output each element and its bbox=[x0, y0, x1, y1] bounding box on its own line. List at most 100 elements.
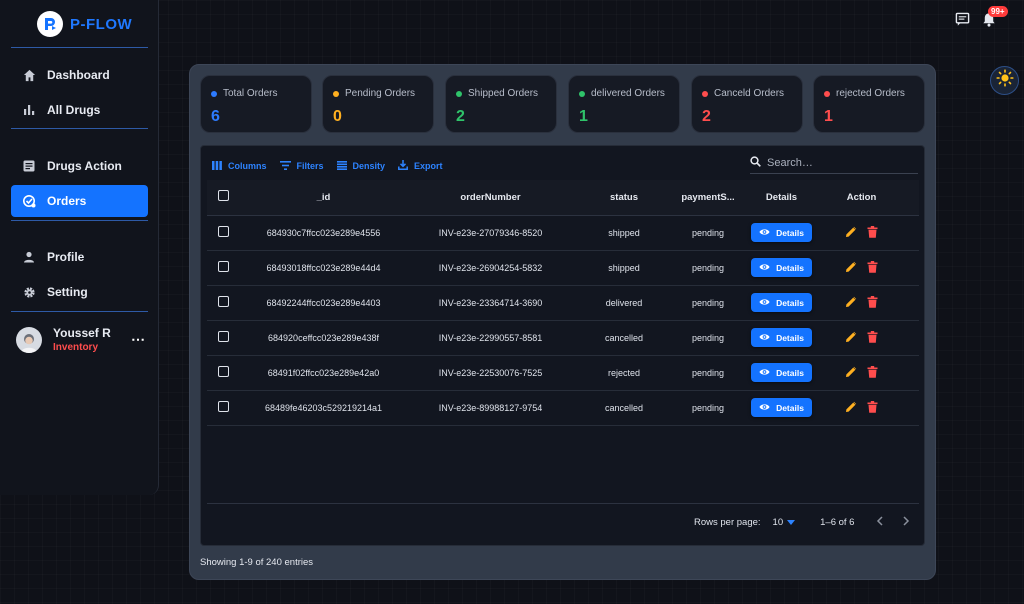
sidebar: P-FLOW Dashboard All Drugs Drugs Action … bbox=[0, 0, 159, 495]
sidebar-item-label: Profile bbox=[47, 250, 85, 264]
orders-data-grid: Columns Filters Density Export Search… _… bbox=[200, 145, 925, 546]
more-icon[interactable]: ⋯ bbox=[131, 331, 146, 348]
cell-status: cancelled bbox=[574, 320, 674, 356]
cell-id: 684920ceffcc023e289e438f bbox=[240, 320, 407, 356]
column-header-action[interactable]: Action bbox=[821, 180, 902, 216]
edit-icon[interactable] bbox=[845, 331, 857, 345]
column-header-details[interactable]: Details bbox=[742, 180, 821, 216]
delete-icon[interactable] bbox=[867, 225, 878, 240]
export-button[interactable]: Export bbox=[398, 160, 443, 172]
density-label: Density bbox=[352, 161, 386, 171]
divider bbox=[11, 128, 148, 129]
table-row[interactable]: 68492244ffcc023e289e4403 INV-e23e-233647… bbox=[207, 285, 919, 321]
cell-order-number: INV-e23e-26904254-5832 bbox=[407, 250, 574, 286]
filters-button[interactable]: Filters bbox=[279, 160, 324, 172]
next-page-icon[interactable] bbox=[903, 516, 910, 529]
notification-badge: 99+ bbox=[988, 6, 1008, 17]
cell-order-number: INV-e23e-23364714-3690 bbox=[407, 285, 574, 321]
stat-value: 1 bbox=[824, 108, 833, 125]
sidebar-item-profile[interactable]: Profile bbox=[11, 241, 148, 273]
details-button[interactable]: Details bbox=[751, 398, 812, 417]
user-name: Youssef R bbox=[53, 326, 111, 340]
table-row[interactable]: 68491f02ffcc023e289e42a0 INV-e23e-225300… bbox=[207, 355, 919, 391]
filters-label: Filters bbox=[296, 161, 324, 171]
delete-icon[interactable] bbox=[867, 400, 878, 415]
sidebar-item-orders[interactable]: Orders bbox=[11, 185, 148, 217]
column-header-status[interactable]: status bbox=[574, 180, 674, 216]
table-row[interactable]: 684920ceffcc023e289e438f INV-e23e-229905… bbox=[207, 320, 919, 356]
edit-icon[interactable] bbox=[845, 296, 857, 310]
edit-icon[interactable] bbox=[845, 226, 857, 240]
row-checkbox[interactable] bbox=[218, 261, 229, 272]
table-row[interactable]: 684930c7ffcc023e289e4556 INV-e23e-270793… bbox=[207, 215, 919, 251]
cell-status: rejected bbox=[574, 355, 674, 391]
orders-panel: Total Orders 6 Pending Orders 0 Shipped … bbox=[189, 64, 936, 580]
details-label: Details bbox=[776, 262, 804, 273]
stat-label: rejected Orders bbox=[836, 88, 905, 99]
user-profile[interactable]: Youssef R Inventory ⋯ bbox=[16, 326, 146, 353]
stat-value: 1 bbox=[579, 108, 588, 125]
delete-icon[interactable] bbox=[867, 295, 878, 310]
select-all-checkbox[interactable] bbox=[218, 190, 229, 202]
table-row[interactable]: 68489fe46203c529219214a1 INV-e23e-899881… bbox=[207, 390, 919, 426]
row-checkbox[interactable] bbox=[218, 366, 229, 377]
table-row[interactable]: 68493018ffcc023e289e44d4 INV-e23e-269042… bbox=[207, 250, 919, 286]
density-icon bbox=[336, 160, 347, 172]
theme-toggle-button[interactable] bbox=[990, 66, 1019, 95]
edit-icon[interactable] bbox=[845, 366, 857, 380]
orders-table: _id orderNumber status paymentS... Detai… bbox=[207, 180, 919, 426]
details-label: Details bbox=[776, 367, 804, 378]
status-dot bbox=[211, 90, 217, 97]
cell-payment: pending bbox=[674, 355, 742, 391]
details-button[interactable]: Details bbox=[751, 223, 812, 242]
logo-icon bbox=[37, 11, 63, 37]
details-button[interactable]: Details bbox=[751, 328, 812, 347]
details-button[interactable]: Details bbox=[751, 258, 812, 277]
row-checkbox[interactable] bbox=[218, 331, 229, 342]
row-checkbox[interactable] bbox=[218, 296, 229, 307]
cell-payment: pending bbox=[674, 390, 742, 426]
cell-payment: pending bbox=[674, 215, 742, 251]
stat-card-pending: Pending Orders 0 bbox=[322, 75, 434, 133]
search-input[interactable] bbox=[767, 156, 907, 169]
row-checkbox[interactable] bbox=[218, 226, 229, 237]
notifications-button[interactable]: 99+ bbox=[982, 6, 1008, 32]
search-box bbox=[750, 152, 918, 174]
column-header-id[interactable]: _id bbox=[240, 180, 407, 216]
stat-card-rejected: rejected Orders 1 bbox=[813, 75, 925, 133]
cell-id: 68491f02ffcc023e289e42a0 bbox=[240, 355, 407, 391]
gear-icon bbox=[11, 286, 47, 299]
details-button[interactable]: Details bbox=[751, 293, 812, 312]
cell-status: cancelled bbox=[574, 390, 674, 426]
caret-down-icon bbox=[787, 517, 796, 528]
cell-id: 684930c7ffcc023e289e4556 bbox=[240, 215, 407, 251]
home-icon bbox=[11, 69, 47, 82]
rows-per-page-select[interactable]: 10 bbox=[773, 517, 796, 528]
prev-page-icon[interactable] bbox=[876, 516, 883, 529]
sidebar-item-drugs-action[interactable]: Drugs Action bbox=[11, 150, 148, 182]
eye-icon bbox=[759, 298, 770, 308]
delete-icon[interactable] bbox=[867, 260, 878, 275]
sidebar-item-label: Orders bbox=[47, 194, 87, 208]
sidebar-item-dashboard[interactable]: Dashboard bbox=[11, 59, 148, 91]
column-header-order-number[interactable]: orderNumber bbox=[407, 180, 574, 216]
delete-icon[interactable] bbox=[867, 330, 878, 345]
details-button[interactable]: Details bbox=[751, 363, 812, 382]
details-label: Details bbox=[776, 402, 804, 413]
column-header-payment[interactable]: paymentS... bbox=[674, 180, 742, 216]
row-checkbox[interactable] bbox=[218, 401, 229, 412]
eye-icon bbox=[759, 333, 770, 343]
sidebar-item-all-drugs[interactable]: All Drugs bbox=[11, 94, 148, 126]
columns-button[interactable]: Columns bbox=[212, 160, 267, 172]
avatar bbox=[16, 326, 42, 353]
sidebar-item-setting[interactable]: Setting bbox=[11, 276, 148, 308]
divider bbox=[11, 311, 148, 312]
pagination-bar: Rows per page: 10 1–6 of 6 bbox=[207, 503, 919, 541]
app-logo[interactable]: P-FLOW bbox=[37, 11, 132, 37]
chat-icon[interactable] bbox=[955, 12, 970, 32]
edit-icon[interactable] bbox=[845, 261, 857, 275]
edit-icon[interactable] bbox=[845, 401, 857, 415]
delete-icon[interactable] bbox=[867, 365, 878, 380]
stat-label: Shipped Orders bbox=[468, 88, 539, 99]
density-button[interactable]: Density bbox=[336, 160, 386, 172]
